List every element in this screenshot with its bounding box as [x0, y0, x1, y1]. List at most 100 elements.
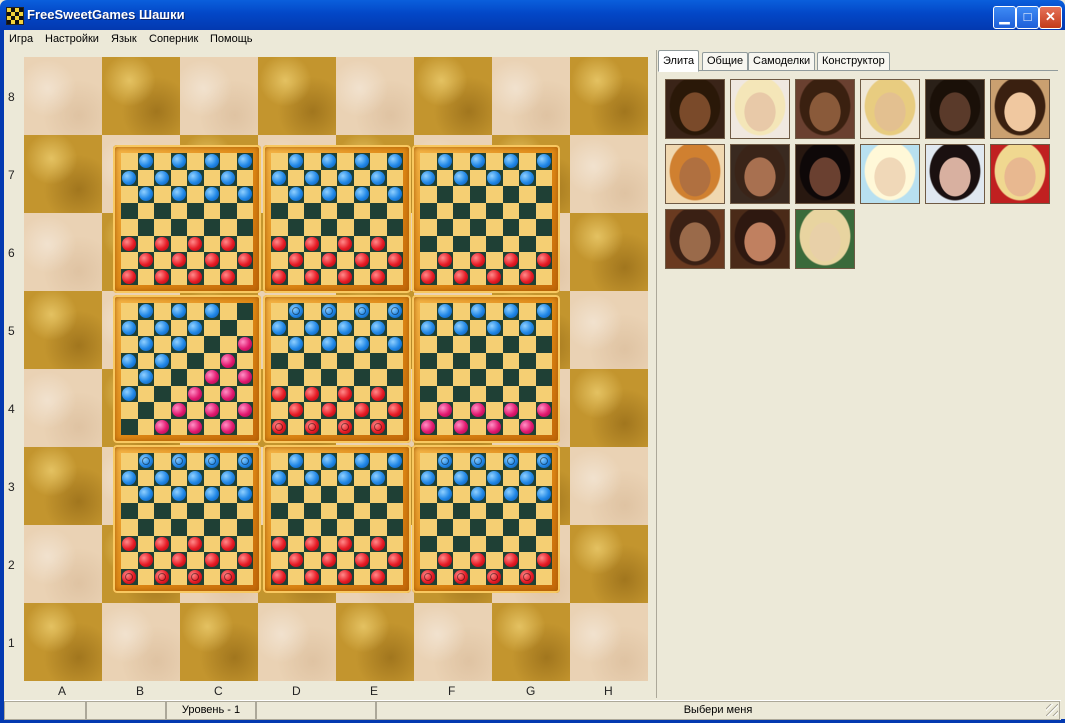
board-square[interactable]: [570, 213, 648, 291]
variant-cell: [170, 568, 187, 585]
menu-game[interactable]: Игра: [9, 33, 33, 45]
opponent-avatar[interactable]: [730, 209, 790, 269]
variant-board[interactable]: [113, 445, 261, 593]
red-piece: [138, 553, 153, 568]
opponent-avatar[interactable]: [990, 144, 1050, 204]
red-piece: [221, 536, 236, 551]
blue-piece: [204, 187, 219, 202]
variant-board[interactable]: [412, 445, 560, 593]
tab-general[interactable]: Общие: [702, 52, 749, 70]
board-square[interactable]: [336, 603, 414, 681]
resize-grip[interactable]: [1046, 704, 1058, 716]
variant-board[interactable]: [412, 145, 560, 293]
variant-cell: [502, 502, 519, 519]
board-square[interactable]: [258, 603, 336, 681]
opponent-avatar[interactable]: [730, 144, 790, 204]
close-button[interactable]: ✕: [1039, 6, 1062, 29]
menu-opponent[interactable]: Соперник: [149, 33, 198, 45]
board-square[interactable]: [180, 57, 258, 135]
variant-cell: [453, 385, 470, 402]
tab-constructor[interactable]: Конструктор: [817, 52, 890, 70]
board-square[interactable]: [492, 57, 570, 135]
title-bar[interactable]: FreeSweetGames Шашки ▁ □ ✕: [0, 0, 1065, 30]
variant-cell: [170, 535, 187, 552]
variant-cell: [271, 219, 288, 236]
variant-cell: [137, 202, 154, 219]
blue-piece: [437, 487, 452, 502]
board-square[interactable]: [24, 525, 102, 603]
variant-cell: [187, 219, 204, 236]
variant-board[interactable]: [412, 295, 560, 443]
blue-piece: [155, 170, 170, 185]
board-square[interactable]: [24, 57, 102, 135]
maximize-button[interactable]: □: [1016, 6, 1039, 29]
menu-settings[interactable]: Настройки: [45, 33, 99, 45]
red-piece: [155, 569, 170, 584]
variant-board[interactable]: [263, 145, 411, 293]
variant-cell: [337, 153, 354, 170]
variant-cell: [370, 252, 387, 269]
board-square[interactable]: [24, 447, 102, 525]
variant-cell: [353, 319, 370, 336]
variant-cell: [121, 402, 138, 419]
variant-board[interactable]: [263, 295, 411, 443]
tab-homemade[interactable]: Самоделки: [748, 52, 816, 70]
board-square[interactable]: [24, 213, 102, 291]
opponent-avatar[interactable]: [795, 79, 855, 139]
minimize-button[interactable]: ▁: [993, 6, 1016, 29]
red-piece: [122, 236, 137, 251]
variant-cell: [203, 268, 220, 285]
board-square[interactable]: [570, 525, 648, 603]
opponent-avatar[interactable]: [925, 79, 985, 139]
opponent-avatar[interactable]: [665, 144, 725, 204]
variant-cell: [502, 202, 519, 219]
blue-piece: [536, 454, 551, 469]
board-square[interactable]: [414, 603, 492, 681]
menu-help[interactable]: Помощь: [210, 33, 253, 45]
board-square[interactable]: [24, 135, 102, 213]
board-square[interactable]: [336, 57, 414, 135]
board-square[interactable]: [570, 603, 648, 681]
opponent-avatar[interactable]: [990, 79, 1050, 139]
rank-label: 8: [8, 90, 15, 104]
board-square[interactable]: [258, 57, 336, 135]
board-square[interactable]: [492, 603, 570, 681]
board-square[interactable]: [102, 57, 180, 135]
rank-label: 4: [8, 402, 15, 416]
opponent-avatar[interactable]: [925, 144, 985, 204]
board-square[interactable]: [102, 603, 180, 681]
red-piece: [371, 386, 386, 401]
checkers-board-icon[interactable]: [6, 7, 24, 25]
variant-cell: [535, 235, 552, 252]
variant-cell: [420, 552, 437, 569]
variant-board[interactable]: [113, 145, 261, 293]
board-square[interactable]: [570, 291, 648, 369]
variant-cell: [353, 535, 370, 552]
menu-language[interactable]: Язык: [111, 33, 137, 45]
variant-cell: [469, 568, 486, 585]
board-square[interactable]: [570, 135, 648, 213]
variant-cell: [271, 552, 288, 569]
tab-elite[interactable]: Элита: [658, 50, 700, 72]
board-square[interactable]: [180, 603, 258, 681]
opponent-avatar[interactable]: [665, 209, 725, 269]
variant-board[interactable]: [263, 445, 411, 593]
board-square[interactable]: [24, 603, 102, 681]
opponent-avatar[interactable]: [730, 79, 790, 139]
opponent-avatar[interactable]: [860, 79, 920, 139]
opponent-avatar[interactable]: [665, 79, 725, 139]
board-square[interactable]: [414, 57, 492, 135]
blue-piece: [470, 304, 485, 319]
board-square[interactable]: [24, 291, 102, 369]
variant-board[interactable]: [113, 295, 261, 443]
opponent-avatar[interactable]: [860, 144, 920, 204]
board-square[interactable]: [570, 57, 648, 135]
board-square[interactable]: [570, 369, 648, 447]
variant-cell: [121, 502, 138, 519]
board-square[interactable]: [24, 369, 102, 447]
blue-piece: [338, 470, 353, 485]
opponent-avatar[interactable]: [795, 144, 855, 204]
opponent-avatar[interactable]: [795, 209, 855, 269]
board-square[interactable]: [570, 447, 648, 525]
variant-cell: [187, 252, 204, 269]
